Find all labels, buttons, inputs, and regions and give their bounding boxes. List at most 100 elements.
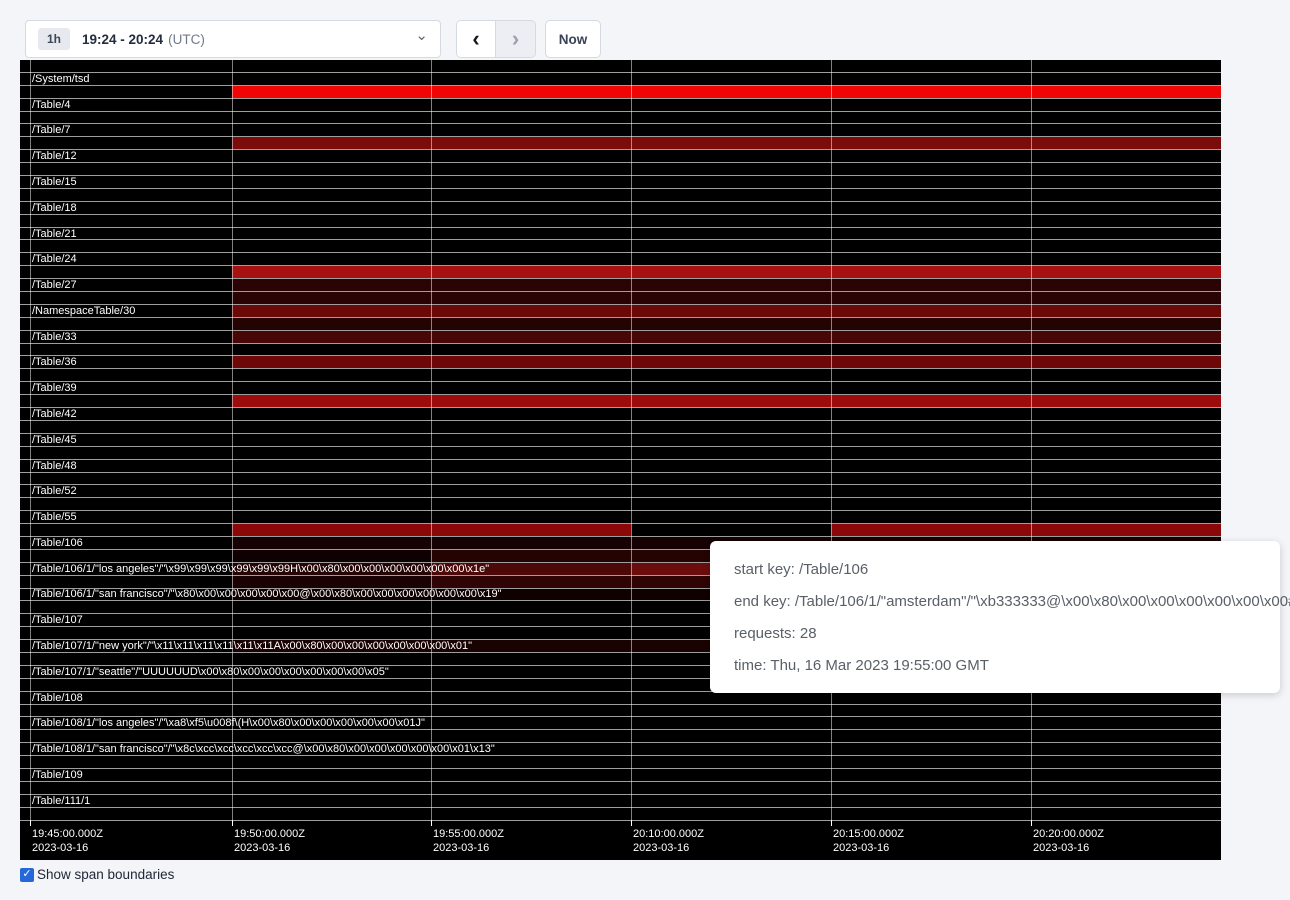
heat-cell[interactable] <box>631 331 831 343</box>
heat-cell[interactable] <box>831 305 1031 317</box>
key-span-row[interactable] <box>20 498 1221 511</box>
heat-cell[interactable] <box>232 356 431 368</box>
key-span-row[interactable] <box>20 112 1221 125</box>
previous-time-window-button[interactable]: ‹ <box>457 21 496 57</box>
key-span-row[interactable]: /Table/52 <box>20 485 1221 498</box>
key-visualizer-canvas[interactable]: /System/tsd/Table/4/Table/7/Table/12/Tab… <box>20 60 1221 860</box>
key-span-row[interactable]: /Table/24 <box>20 253 1221 266</box>
heat-cell[interactable] <box>631 395 831 407</box>
key-span-row[interactable] <box>20 292 1221 305</box>
key-span-row[interactable] <box>20 318 1221 331</box>
key-span-row[interactable]: /Table/111/1 <box>20 795 1221 808</box>
heat-cell[interactable] <box>232 550 431 562</box>
heat-cell[interactable] <box>431 305 631 317</box>
heat-cell[interactable] <box>831 137 1031 149</box>
heat-cell[interactable] <box>1031 318 1221 330</box>
heat-cell[interactable] <box>232 279 431 291</box>
time-range-dropdown[interactable]: 1h 19:24 - 20:24 (UTC) ⌄ <box>25 20 441 58</box>
heat-cell[interactable] <box>431 86 631 98</box>
next-time-window-button-disabled[interactable]: › <box>496 21 535 57</box>
show-span-boundaries-control[interactable]: ✓ Show span boundaries <box>20 867 174 882</box>
key-span-row[interactable] <box>20 344 1221 357</box>
heat-cell[interactable] <box>431 331 631 343</box>
key-span-row[interactable]: /Table/39 <box>20 382 1221 395</box>
heat-cell[interactable] <box>431 395 631 407</box>
key-span-row[interactable] <box>20 756 1221 769</box>
key-span-row[interactable]: /System/tsd <box>20 73 1221 86</box>
key-span-row[interactable] <box>20 240 1221 253</box>
key-span-row[interactable]: /Table/55 <box>20 511 1221 524</box>
show-span-boundaries-checkbox[interactable]: ✓ <box>20 868 34 882</box>
key-span-row[interactable]: /Table/7 <box>20 124 1221 137</box>
heat-cell[interactable] <box>631 292 831 304</box>
heat-cell[interactable] <box>232 524 431 536</box>
key-span-row[interactable] <box>20 730 1221 743</box>
heat-cell[interactable] <box>431 318 631 330</box>
key-span-row[interactable]: /Table/15 <box>20 176 1221 189</box>
heat-cell[interactable] <box>232 537 431 549</box>
heat-cell[interactable] <box>431 137 631 149</box>
heat-cell[interactable] <box>431 356 631 368</box>
heat-cell[interactable] <box>431 550 631 562</box>
now-button[interactable]: Now <box>545 20 601 58</box>
key-span-row[interactable] <box>20 421 1221 434</box>
heat-cell[interactable] <box>631 279 831 291</box>
key-span-row[interactable] <box>20 215 1221 228</box>
heat-cell[interactable] <box>232 331 431 343</box>
heat-cell[interactable] <box>232 395 431 407</box>
key-span-row[interactable] <box>20 808 1221 821</box>
heat-cell[interactable] <box>431 576 631 588</box>
key-span-row[interactable]: /NamespaceTable/30 <box>20 305 1221 318</box>
key-span-row[interactable]: /Table/108 <box>20 692 1221 705</box>
heat-cell[interactable] <box>831 318 1031 330</box>
key-span-row[interactable]: /Table/36 <box>20 356 1221 369</box>
key-span-row[interactable] <box>20 369 1221 382</box>
key-span-row[interactable] <box>20 60 1221 73</box>
key-span-row[interactable] <box>20 189 1221 202</box>
key-span-row[interactable]: /Table/4 <box>20 99 1221 112</box>
key-span-row[interactable]: /Table/109 <box>20 769 1221 782</box>
heat-cell[interactable] <box>232 305 431 317</box>
key-span-row[interactable] <box>20 705 1221 718</box>
heat-cell[interactable] <box>1031 266 1221 278</box>
key-span-row[interactable] <box>20 266 1221 279</box>
heat-cell[interactable] <box>631 137 831 149</box>
heat-cell[interactable] <box>831 331 1031 343</box>
key-span-row[interactable]: /Table/45 <box>20 434 1221 447</box>
key-span-row[interactable] <box>20 524 1221 537</box>
heat-cell[interactable] <box>232 137 431 149</box>
heat-cell[interactable] <box>1031 292 1221 304</box>
heat-cell[interactable] <box>232 266 431 278</box>
key-span-row[interactable] <box>20 163 1221 176</box>
heat-cell[interactable] <box>1031 305 1221 317</box>
heat-cell[interactable] <box>631 524 831 536</box>
heat-cell[interactable] <box>431 524 631 536</box>
heat-cell[interactable] <box>1031 395 1221 407</box>
heat-cell[interactable] <box>431 537 631 549</box>
heat-cell[interactable] <box>1031 86 1221 98</box>
heat-cell[interactable] <box>831 395 1031 407</box>
key-span-row[interactable]: /Table/21 <box>20 228 1221 241</box>
heat-cell[interactable] <box>431 292 631 304</box>
heat-cell[interactable] <box>232 292 431 304</box>
heat-cell[interactable] <box>831 524 1031 536</box>
heat-cell[interactable] <box>1031 279 1221 291</box>
key-span-row[interactable]: /Table/108/1/"los angeles"/"\xa8\xf5\u00… <box>20 717 1221 730</box>
key-span-row[interactable]: /Table/27 <box>20 279 1221 292</box>
heat-cell[interactable] <box>631 305 831 317</box>
heat-cell[interactable] <box>232 86 431 98</box>
heat-cell[interactable] <box>831 356 1031 368</box>
heat-cell[interactable] <box>631 86 831 98</box>
key-span-row[interactable] <box>20 473 1221 486</box>
heat-cell[interactable] <box>831 279 1031 291</box>
heat-cell[interactable] <box>1031 137 1221 149</box>
key-span-row[interactable] <box>20 137 1221 150</box>
heat-cell[interactable] <box>631 266 831 278</box>
heat-cell[interactable] <box>232 576 431 588</box>
heat-cell[interactable] <box>831 266 1031 278</box>
key-span-row[interactable]: /Table/33 <box>20 331 1221 344</box>
key-span-row[interactable] <box>20 447 1221 460</box>
heat-cell[interactable] <box>1031 331 1221 343</box>
heat-cell[interactable] <box>631 356 831 368</box>
heat-cell[interactable] <box>831 292 1031 304</box>
